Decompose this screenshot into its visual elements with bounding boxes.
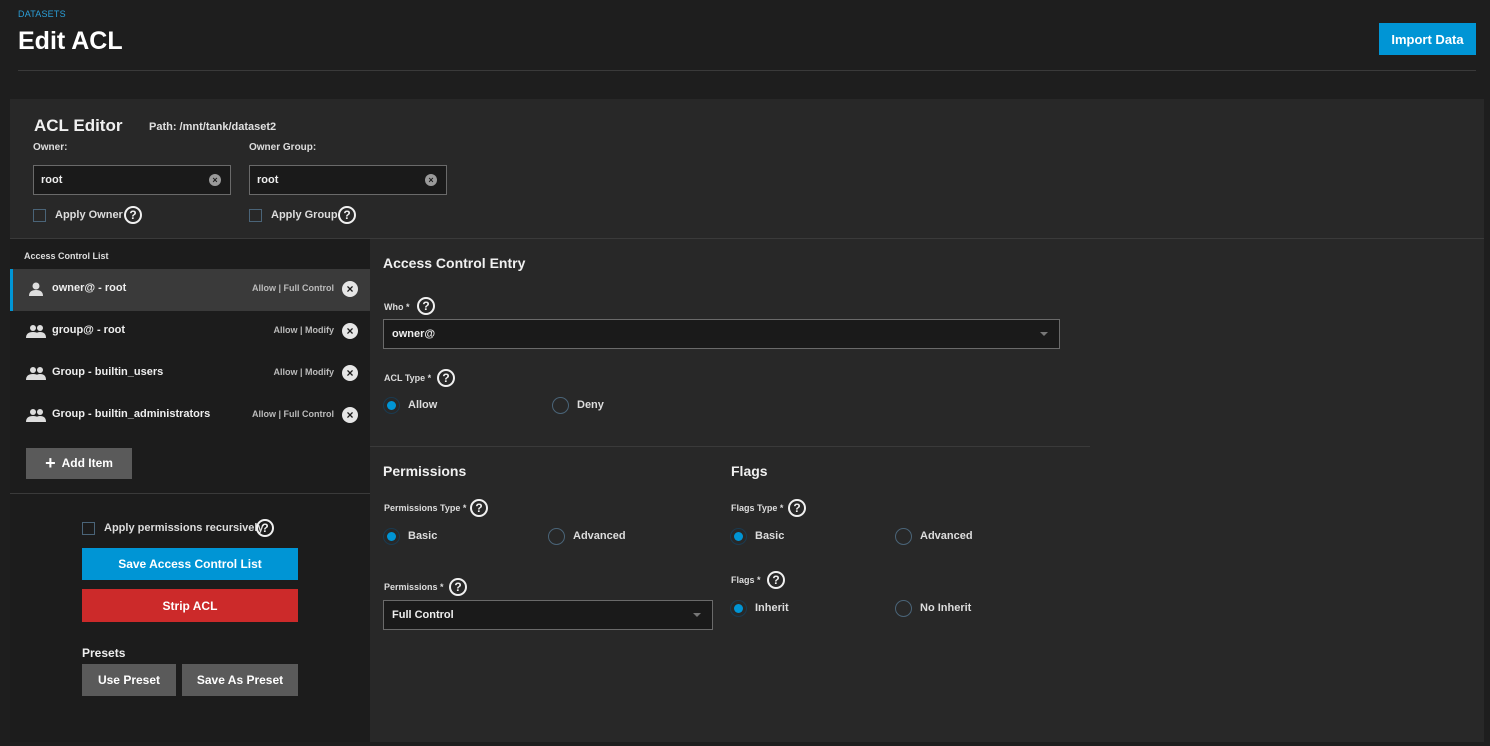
flags-type-help-icon[interactable]: ?	[788, 499, 806, 517]
acl-type-help-icon[interactable]: ?	[437, 369, 455, 387]
owner-label: Owner:	[33, 142, 68, 153]
perm-type-advanced-radio[interactable]	[548, 528, 565, 545]
header-divider	[18, 70, 1476, 71]
apply-group-checkbox[interactable]	[249, 209, 262, 222]
flags-type-basic-radio[interactable]	[730, 528, 747, 545]
apply-group-label: Apply Group	[271, 209, 338, 221]
apply-owner-help-icon[interactable]: ?	[124, 206, 142, 224]
acl-editor-title: ACL Editor	[34, 116, 123, 135]
acl-item-permission: Allow | Full Control	[251, 283, 334, 293]
owner-group-input[interactable]: root ×	[249, 165, 447, 195]
apply-recursive-help-icon[interactable]: ?	[256, 519, 274, 537]
remove-item-icon[interactable]: ×	[342, 365, 358, 381]
who-label: Who *	[384, 302, 410, 312]
flags-inherit-radio[interactable]	[730, 600, 747, 617]
owner-group-label: Owner Group:	[249, 142, 317, 153]
flags-no-inherit-radio[interactable]	[895, 600, 912, 617]
perm-type-advanced-label: Advanced	[573, 530, 626, 542]
owner-group-value: root	[257, 174, 279, 186]
perm-type-help-icon[interactable]: ?	[470, 499, 488, 517]
left-panel-divider	[10, 493, 370, 494]
acl-type-allow-radio[interactable]	[383, 397, 400, 414]
add-item-button[interactable]: + Add Item	[26, 448, 132, 479]
apply-recursive-checkbox[interactable]	[82, 522, 95, 535]
apply-owner-checkbox[interactable]	[33, 209, 46, 222]
apply-group-help-icon[interactable]: ?	[338, 206, 356, 224]
remove-item-icon[interactable]: ×	[342, 281, 358, 297]
acl-type-deny-label: Deny	[577, 399, 604, 411]
group-icon	[26, 325, 46, 338]
use-preset-button[interactable]: Use Preset	[82, 664, 176, 696]
acl-item-label: Group - builtin_users	[52, 366, 164, 378]
flags-type-basic-label: Basic	[755, 530, 785, 542]
permissions-value: Full Control	[392, 609, 454, 621]
flags-title: Flags	[731, 463, 768, 479]
flags-no-inherit-label: No Inherit	[920, 602, 972, 614]
group-icon	[26, 367, 46, 380]
strip-acl-button[interactable]: Strip ACL	[82, 589, 298, 622]
presets-title: Presets	[82, 646, 126, 660]
acl-list-item[interactable]: owner@ - root Allow | Full Control ×	[10, 269, 370, 311]
owner-input[interactable]: root ×	[33, 165, 231, 195]
remove-item-icon[interactable]: ×	[342, 323, 358, 339]
breadcrumb[interactable]: DATASETS	[18, 9, 66, 19]
acl-item-permission: Allow | Full Control	[251, 409, 334, 419]
apply-recursive-label: Apply permissions recursively	[104, 522, 264, 534]
clear-owner-icon[interactable]: ×	[209, 174, 221, 186]
flags-type-advanced-radio[interactable]	[895, 528, 912, 545]
remove-item-icon[interactable]: ×	[342, 407, 358, 423]
acl-item-permission: Allow | Modify	[273, 367, 334, 377]
add-item-label: Add Item	[61, 456, 113, 470]
acl-type-deny-radio[interactable]	[552, 397, 569, 414]
flags-label: Flags *	[731, 575, 761, 585]
perm-type-basic-label: Basic	[408, 530, 438, 542]
clear-group-icon[interactable]: ×	[425, 174, 437, 186]
permissions-select[interactable]: Full Control	[383, 600, 713, 630]
flags-help-icon[interactable]: ?	[767, 571, 785, 589]
perm-type-label: Permissions Type *	[384, 503, 467, 513]
who-help-icon[interactable]: ?	[417, 297, 435, 315]
user-icon	[29, 282, 43, 296]
import-data-button[interactable]: Import Data	[1379, 23, 1476, 55]
plus-icon: +	[45, 453, 56, 473]
perm-type-basic-radio[interactable]	[383, 528, 400, 545]
permissions-help-icon[interactable]: ?	[449, 578, 467, 596]
acl-list-title: Access Control List	[24, 251, 109, 261]
who-select[interactable]: owner@	[383, 319, 1060, 349]
owner-value: root	[41, 174, 63, 186]
flags-type-advanced-label: Advanced	[920, 530, 973, 542]
page-title: Edit ACL	[18, 27, 123, 55]
flags-inherit-label: Inherit	[755, 602, 789, 614]
flags-type-label: Flags Type *	[731, 503, 784, 513]
permissions-title: Permissions	[383, 463, 467, 479]
group-icon	[26, 409, 46, 422]
acl-item-label: Group - builtin_administrators	[52, 408, 211, 420]
acl-type-label: ACL Type *	[384, 373, 432, 383]
save-as-preset-button[interactable]: Save As Preset	[182, 664, 298, 696]
save-acl-button[interactable]: Save Access Control List	[82, 548, 298, 580]
acl-type-allow-label: Allow	[408, 399, 438, 411]
acl-item-label: owner@ - root	[52, 282, 127, 294]
who-value: owner@	[392, 328, 436, 340]
acl-list-item[interactable]: Group - builtin_users Allow | Modify ×	[10, 353, 370, 395]
entry-divider	[370, 446, 1090, 447]
acl-item-label: group@ - root	[52, 324, 126, 336]
permissions-label: Permissions *	[384, 582, 444, 592]
chevron-down-icon	[1040, 332, 1048, 336]
acl-list-item[interactable]: group@ - root Allow | Modify ×	[10, 311, 370, 353]
chevron-down-icon	[693, 613, 701, 617]
ace-title: Access Control Entry	[383, 255, 526, 271]
apply-owner-label: Apply Owner	[55, 209, 123, 221]
dataset-path: Path: /mnt/tank/dataset2	[149, 121, 277, 133]
acl-item-permission: Allow | Modify	[273, 325, 334, 335]
acl-list-item[interactable]: Group - builtin_administrators Allow | F…	[10, 395, 370, 437]
